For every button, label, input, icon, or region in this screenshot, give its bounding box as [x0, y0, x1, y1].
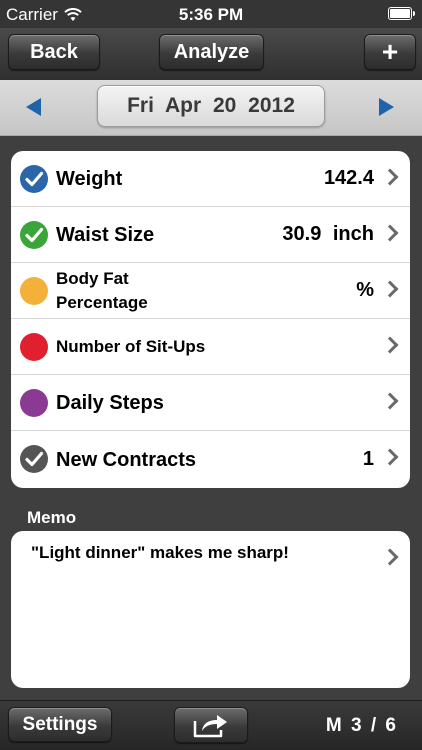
- list-item-new-contracts[interactable]: New Contracts 1: [11, 431, 410, 488]
- chevron-right-icon: [381, 548, 399, 566]
- list-item-value: 1: [362, 448, 374, 470]
- nav-bar: Back Analyze +: [0, 28, 422, 80]
- list-item-value: %: [356, 279, 374, 301]
- memo-box[interactable]: "Light dinner" makes me sharp!: [11, 531, 410, 688]
- check-circle-icon: [20, 221, 48, 249]
- check-circle-icon: [20, 165, 48, 193]
- screen: Carrier 5:36 PM Back Analyze + Fri Apr 2…: [0, 0, 422, 750]
- list-item-weight[interactable]: Weight 142.4: [11, 151, 410, 207]
- plus-icon: +: [381, 36, 399, 67]
- bottom-toolbar: Settings M 3 / 6: [0, 700, 422, 750]
- chevron-right-icon: [381, 392, 399, 410]
- list-item-label: New Contracts: [56, 448, 197, 471]
- back-button[interactable]: Back: [8, 34, 100, 70]
- list-item-label: Number of Sit-Ups: [56, 336, 206, 356]
- list-item-label: Body Fat Percentage: [56, 268, 148, 312]
- status-time: 5:36 PM: [178, 5, 244, 24]
- circle-icon: [20, 277, 48, 305]
- chevron-right-icon: [381, 168, 399, 186]
- memo-text: "Light dinner" makes me sharp!: [31, 543, 289, 562]
- chevron-right-icon: [381, 224, 399, 242]
- date-selector-button[interactable]: Fri Apr 20 2012: [97, 85, 325, 127]
- list-item-daily-steps[interactable]: Daily Steps: [11, 375, 410, 431]
- memo-heading: Memo: [27, 508, 77, 527]
- list-item-label: Daily Steps: [56, 391, 164, 414]
- page-indicator: M 3 / 6: [325, 715, 396, 736]
- circle-icon: [20, 333, 48, 361]
- list-item-waist-size[interactable]: Waist Size 30.9 inch: [11, 207, 410, 263]
- measurement-list: Weight 142.4 Waist Size 30.9 inch Body F…: [11, 151, 410, 488]
- analyze-button[interactable]: Analyze: [159, 34, 264, 70]
- battery-icon: [388, 7, 415, 20]
- list-item-value: 142.4: [323, 167, 374, 189]
- settings-button[interactable]: Settings: [8, 707, 112, 742]
- list-item-body-fat[interactable]: Body Fat Percentage %: [11, 263, 410, 319]
- status-bar: Carrier 5:36 PM: [0, 0, 422, 28]
- list-item-label: Weight: [56, 167, 123, 190]
- list-item-label: Waist Size: [56, 223, 155, 246]
- chevron-right-icon: [381, 448, 399, 466]
- chevron-right-icon: [381, 280, 399, 298]
- next-day-arrow-icon[interactable]: [379, 98, 394, 116]
- share-icon: [193, 715, 227, 738]
- add-button[interactable]: +: [364, 34, 416, 70]
- chevron-right-icon: [381, 336, 399, 354]
- list-item-value: 30.9 inch: [282, 223, 374, 245]
- circle-icon: [20, 389, 48, 417]
- list-item-sit-ups[interactable]: Number of Sit-Ups: [11, 319, 410, 375]
- check-circle-icon: [20, 445, 48, 473]
- share-button[interactable]: [174, 707, 248, 743]
- date-bar: Fri Apr 20 2012: [0, 80, 422, 136]
- previous-day-arrow-icon[interactable]: [26, 98, 41, 116]
